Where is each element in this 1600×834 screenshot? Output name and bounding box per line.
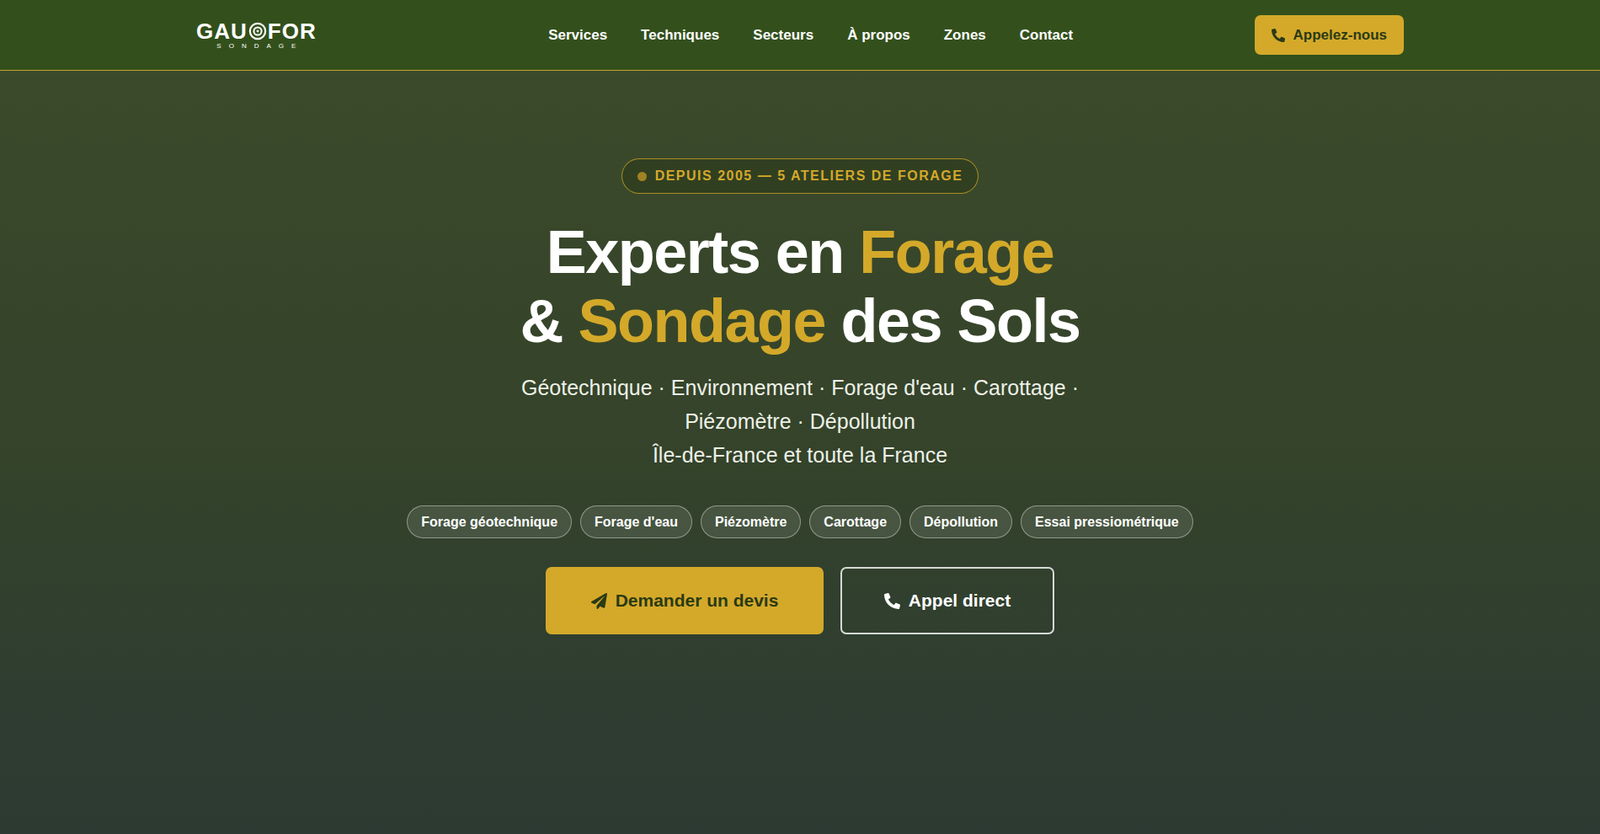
hero-heading: Experts en Forage& Sondage des Sols xyxy=(519,217,1080,356)
quote-button[interactable]: Demander un devis xyxy=(545,566,824,635)
direct-call-button[interactable]: Appel direct xyxy=(840,566,1055,635)
logo-spiral-icon xyxy=(248,21,267,41)
heading-line: Experts en Forage xyxy=(519,217,1080,287)
nav-link[interactable]: Zones xyxy=(944,24,987,47)
service-tag[interactable]: Forage d'eau xyxy=(580,505,693,539)
service-tag[interactable]: Dépollution xyxy=(909,505,1013,539)
service-tag[interactable]: Piézomètre xyxy=(700,505,801,539)
nav-link[interactable]: Contact xyxy=(1019,24,1073,47)
phone-icon xyxy=(884,592,901,609)
service-tag[interactable]: Essai pressiométrique xyxy=(1020,505,1194,539)
service-tag[interactable]: Forage géotechnique xyxy=(406,505,572,539)
logo[interactable]: GAU FORSONDAGE xyxy=(196,20,317,50)
subtitle-line: Île-de-France et toute la France xyxy=(521,437,1079,472)
hero-subtitle: Géotechnique · Environnement · Forage d'… xyxy=(521,370,1079,472)
nav-link[interactable]: À propos xyxy=(847,24,911,47)
badge-dot xyxy=(637,171,647,182)
nav-link[interactable]: Secteurs xyxy=(752,24,814,47)
page: GAU FORSONDAGE Services Techniques Secteurs À… xyxy=(0,0,1600,834)
hero-actions: Demander un devisAppel direct xyxy=(545,566,1055,635)
hero-badge: DEPUIS 2005 — 5 ATELIERS DE FORAGE xyxy=(621,158,980,194)
nav-link[interactable]: Services xyxy=(548,24,608,47)
tag-list: Forage géotechniqueForage d'eauPiézomètr… xyxy=(406,505,1194,539)
paper-plane-icon xyxy=(591,592,608,609)
logo-text-left: GAU xyxy=(196,20,248,43)
phone-icon xyxy=(1271,28,1286,43)
logo-tagline: SONDAGE xyxy=(208,42,304,50)
call-button[interactable]: Appelez-nous xyxy=(1254,15,1404,55)
hero: DEPUIS 2005 — 5 ATELIERS DE FORAGE Expert… xyxy=(0,70,1600,834)
service-tag[interactable]: Carottage xyxy=(809,505,902,539)
top-bar: GAU FORSONDAGE Services Techniques Secteurs À… xyxy=(0,0,1600,71)
nav-link[interactable]: Techniques xyxy=(640,24,720,47)
main-nav: Services Techniques Secteurs À propos Zones C… xyxy=(548,24,1073,47)
subtitle-line: Piézomètre · Dépollution xyxy=(521,404,1079,438)
heading-line: & Sondage des Sols xyxy=(519,286,1080,356)
subtitle-line: Géotechnique · Environnement · Forage d'… xyxy=(521,370,1079,405)
logo-text-right: FOR xyxy=(267,20,317,43)
